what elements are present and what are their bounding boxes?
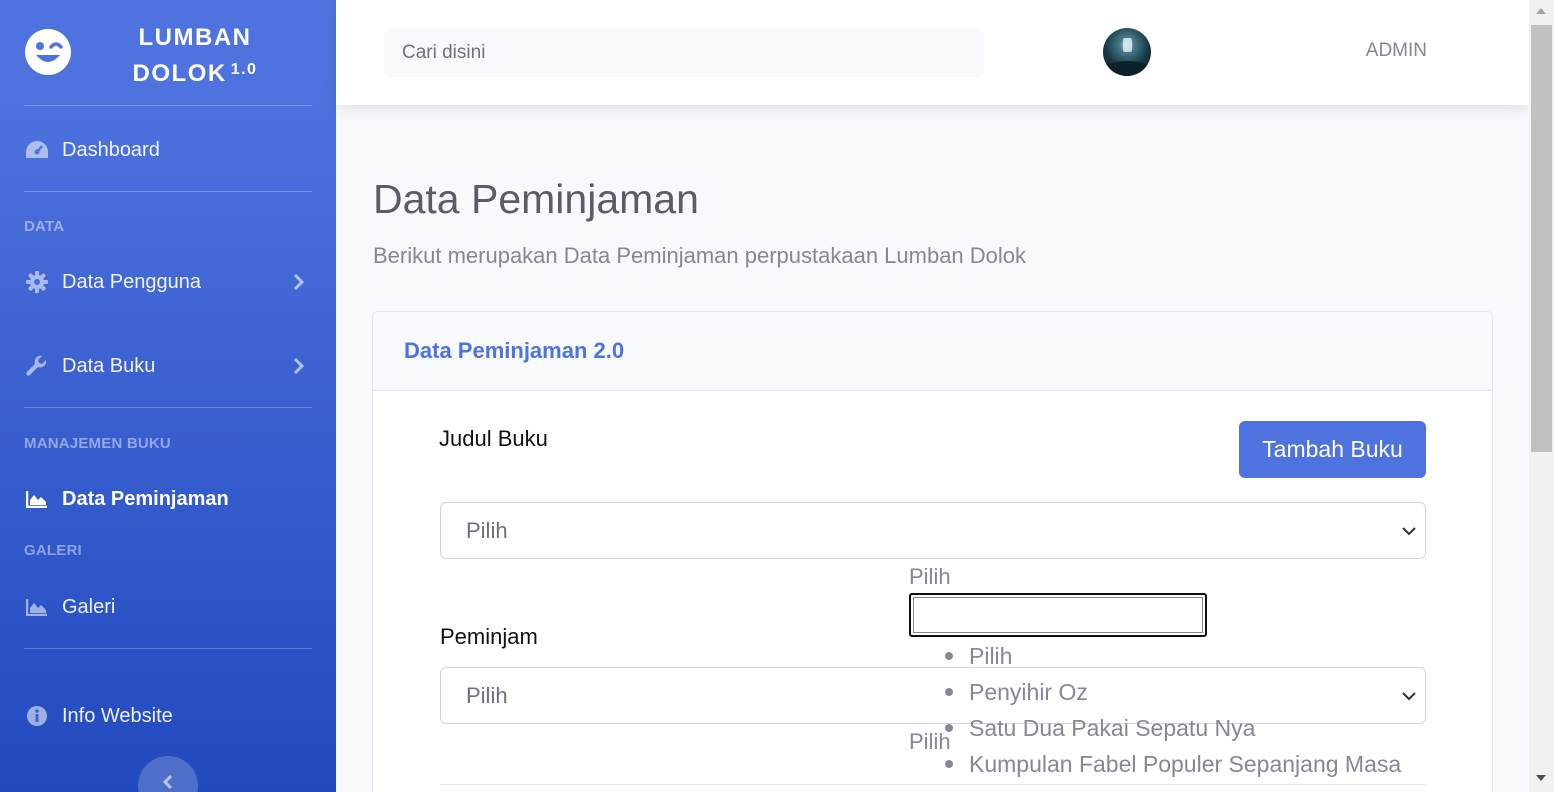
chevron-right-icon	[293, 357, 305, 375]
overlay-pilih-text: Pilih	[909, 564, 951, 589]
topbar: ADMIN	[336, 0, 1529, 105]
brand-version: 1.0	[230, 61, 258, 78]
sidebar-item-galeri[interactable]: Galeri	[24, 587, 312, 627]
sidebar-item-data-buku[interactable]: Data Buku	[24, 346, 312, 386]
dropdown-option[interactable]: Satu Dua Pakai Sepatu Nya	[943, 710, 1401, 746]
sidebar-item-dashboard[interactable]: Dashboard	[24, 130, 312, 170]
card-header: Data Peminjaman 2.0	[373, 312, 1492, 391]
select-value: Pilih	[466, 682, 508, 708]
sidebar-heading-manajemen: MANAJEMEN BUKU	[24, 435, 171, 452]
wink-face-icon	[25, 29, 71, 75]
sidebar-item-info-website[interactable]: Info Website	[24, 696, 312, 736]
avatar[interactable]	[1103, 28, 1151, 76]
dropdown-option[interactable]: Pilih	[943, 638, 1401, 674]
sidebar-item-label: Galeri	[62, 595, 116, 618]
scroll-down-arrow-icon[interactable]	[1536, 775, 1546, 781]
judul-buku-select[interactable]: Pilih	[440, 502, 1426, 559]
sidebar-divider	[24, 105, 312, 106]
sidebar-item-label: Data Buku	[62, 354, 156, 377]
gear-icon	[24, 271, 50, 293]
card-title: Data Peminjaman 2.0	[404, 338, 625, 363]
sidebar-divider	[24, 407, 312, 408]
brand[interactable]: LUMBAN DOLOK 1.0	[0, 0, 336, 105]
area-chart-icon	[24, 596, 50, 618]
dropdown-option-list: Pilih Penyihir Oz Satu Dua Pakai Sepatu …	[943, 638, 1401, 782]
chevron-left-icon	[162, 774, 173, 790]
search-input[interactable]	[384, 28, 984, 77]
wrench-icon	[24, 355, 50, 377]
page-subtitle: Berikut merupakan Data Peminjaman perpus…	[373, 243, 1027, 268]
dropdown-search-input[interactable]	[909, 593, 1207, 637]
dropdown-option[interactable]: Penyihir Oz	[943, 674, 1401, 710]
sidebar-item-label: Data Pengguna	[62, 270, 202, 293]
user-name[interactable]: ADMIN	[1366, 40, 1427, 62]
sidebar-item-data-peminjaman[interactable]: Data Peminjaman	[24, 479, 312, 519]
chevron-down-icon	[1402, 527, 1416, 536]
tachometer-icon	[24, 139, 50, 161]
avatar-image	[1103, 38, 1151, 76]
brand-line2: DOLOK	[132, 60, 227, 87]
sidebar-item-label: Data Peminjaman	[62, 487, 229, 510]
sidebar-item-label: Info Website	[62, 704, 173, 727]
chevron-right-icon	[293, 273, 305, 291]
sidebar-divider	[24, 191, 312, 192]
scroll-up-arrow-icon[interactable]	[1536, 8, 1546, 14]
sidebar-heading-data: DATA	[24, 218, 65, 235]
page-title: Data Peminjaman	[373, 176, 699, 222]
card-divider	[440, 784, 1426, 785]
peminjam-label: Peminjam	[440, 624, 538, 649]
sidebar-item-data-pengguna[interactable]: Data Pengguna	[24, 262, 312, 302]
sidebar: LUMBAN DOLOK 1.0 Dashboard DATA Data Peng…	[0, 0, 336, 792]
scroll-thumb[interactable]	[1531, 25, 1552, 452]
brand-line1: LUMBAN	[138, 24, 252, 51]
sidebar-toggle-button[interactable]	[138, 756, 198, 792]
sidebar-heading-galeri: GALERI	[24, 542, 82, 559]
sidebar-item-label: Dashboard	[62, 138, 160, 161]
brand-line2-wrap: DOLOK 1.0	[110, 56, 280, 92]
dropdown-option[interactable]: Kumpulan Fabel Populer Sepanjang Masa	[943, 746, 1401, 782]
brand-name: LUMBAN DOLOK 1.0	[110, 20, 280, 92]
area-chart-icon	[24, 488, 50, 510]
info-circle-icon	[24, 705, 50, 727]
select-value: Pilih	[466, 517, 508, 543]
sidebar-divider	[24, 648, 312, 649]
page-scrollbar[interactable]	[1529, 0, 1554, 792]
chevron-down-icon	[1402, 692, 1416, 701]
tambah-buku-button[interactable]: Tambah Buku	[1239, 421, 1426, 478]
judul-buku-label: Judul Buku	[439, 426, 548, 451]
